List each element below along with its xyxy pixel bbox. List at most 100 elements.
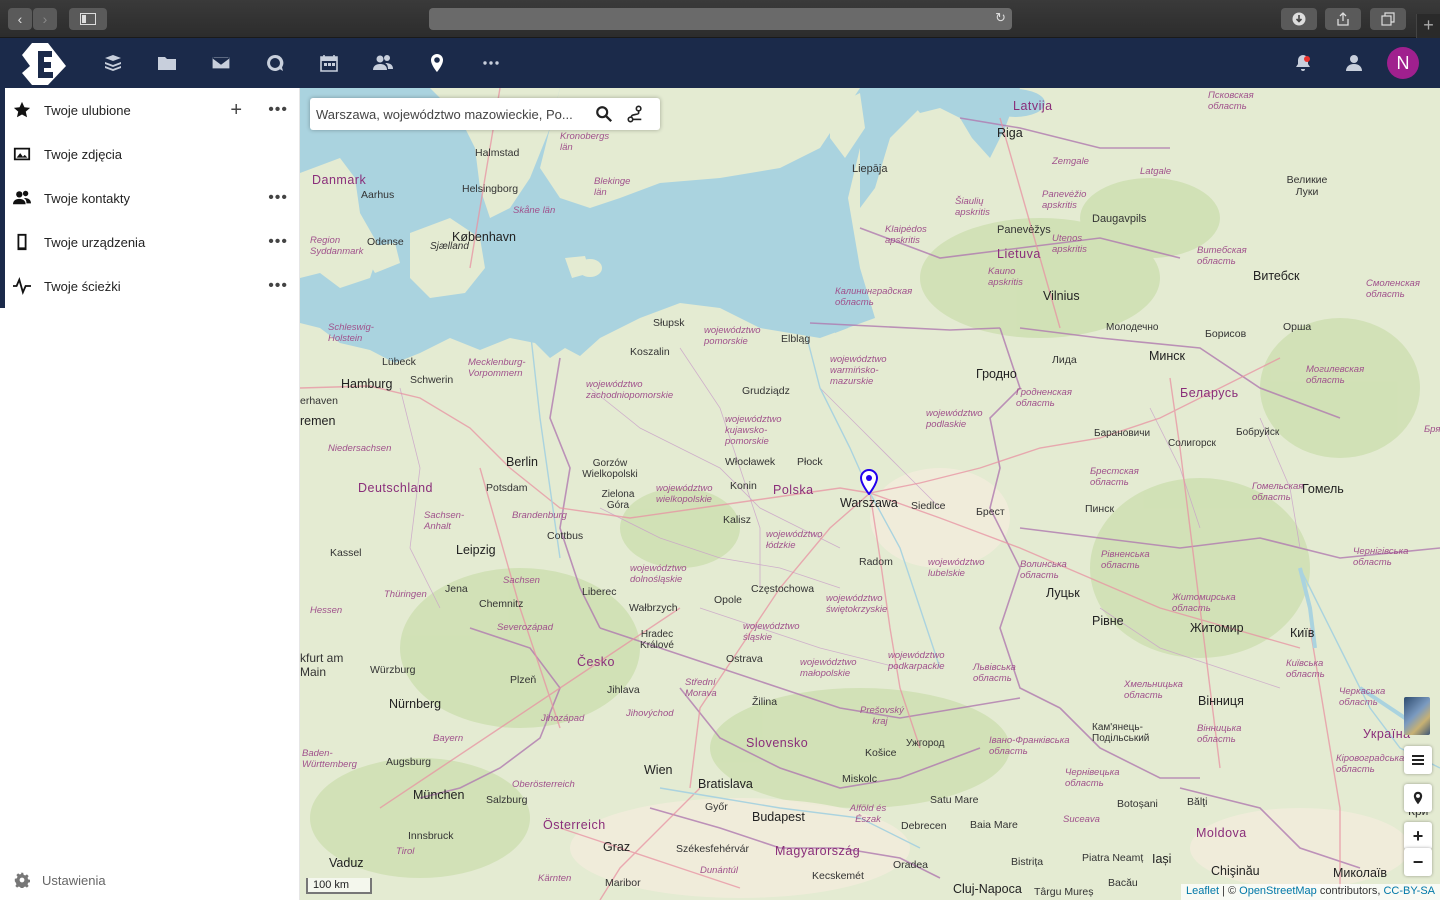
back-button[interactable]: ‹ [8, 8, 32, 30]
map-label: Oberösterreich [512, 779, 575, 790]
map-label: Івано-Франківська область [989, 735, 1070, 757]
mail-icon [211, 56, 231, 70]
map-label: Blekinge län [594, 176, 631, 198]
favorites-more-button[interactable]: ••• [268, 101, 288, 119]
sidebar-toggle-button[interactable] [69, 8, 107, 30]
map-label: Botoșani [1117, 798, 1158, 810]
map-label: Рівне [1092, 614, 1124, 628]
app-calendar[interactable] [317, 51, 341, 75]
app-more[interactable] [479, 51, 503, 75]
map-label: województwo podkarpackie [888, 650, 945, 672]
sidebar-item-tracks[interactable]: Twoje ścieżki ••• [5, 264, 300, 308]
map-label: Słupsk [653, 317, 685, 329]
map-view[interactable]: Latvija Riga Liepāja Zemgale Latgale Пск… [300, 88, 1440, 900]
map-label: Würzburg [370, 664, 416, 676]
map-label: Великие Луки [1286, 174, 1328, 198]
photo-thumbnail[interactable] [1404, 697, 1430, 735]
layers-button[interactable] [1404, 746, 1432, 774]
map-label: Калининградская область [835, 286, 913, 308]
app-dashboard[interactable] [101, 51, 125, 75]
map-label: Витебск [1253, 269, 1300, 283]
reload-icon[interactable]: ↻ [995, 10, 1006, 26]
sidebar-item-favorites[interactable]: Twoje ulubione + ••• [5, 88, 300, 132]
leaflet-link[interactable]: Leaflet [1186, 885, 1219, 897]
zoom-in-button[interactable]: + [1404, 822, 1432, 850]
map-label: Могилевская область [1306, 364, 1365, 386]
route-button[interactable] [626, 105, 644, 123]
map-label: Київська область [1286, 658, 1325, 680]
forward-button[interactable]: › [33, 8, 57, 30]
sidebar-item-photos[interactable]: Twoje zdjęcia [5, 132, 300, 176]
tracks-more-button[interactable]: ••• [268, 277, 288, 295]
map-label: Jihovýchod [626, 708, 674, 719]
map-label: Лида [1052, 354, 1077, 366]
search-input[interactable] [316, 104, 581, 124]
map-label: Klaipėdos apskritis [885, 224, 927, 246]
app-mail[interactable] [209, 51, 233, 75]
share-button[interactable] [1325, 8, 1361, 30]
add-favorite-button[interactable]: + [230, 99, 242, 122]
app-files[interactable] [155, 51, 179, 75]
map-label: Konin [730, 480, 757, 492]
map-label: Potsdam [486, 482, 528, 494]
logo-icon[interactable] [18, 41, 68, 87]
map-label: Žilina [752, 696, 778, 708]
map-label: Halmstad [475, 147, 520, 159]
map-pin-icon [1413, 791, 1423, 805]
devices-more-button[interactable]: ••• [268, 233, 288, 251]
downloads-button[interactable] [1281, 8, 1317, 30]
location-marker[interactable] [860, 469, 878, 495]
map-label: Aarhus [361, 189, 395, 201]
map-label: województwo łódzkie [766, 529, 823, 551]
search-icon [596, 106, 613, 123]
map-label: Deutschland [358, 481, 433, 495]
notifications-button[interactable] [1291, 51, 1315, 75]
map-label: Чернівецька область [1065, 767, 1120, 789]
new-tab-button[interactable]: + [1416, 14, 1440, 38]
license-link[interactable]: CC-BY-SA [1383, 885, 1435, 897]
contacts-more-button[interactable]: ••• [268, 189, 288, 207]
tabs-button[interactable] [1370, 8, 1406, 30]
map-label: Bălţi [1187, 796, 1208, 808]
download-icon [1292, 12, 1306, 26]
map-label: Бобруйск [1236, 427, 1280, 438]
app-contacts[interactable] [371, 51, 395, 75]
sidebar-item-devices[interactable]: Twoje urządzenia ••• [5, 220, 300, 264]
sidebar-item-label: Twoje ścieżki [44, 278, 121, 294]
avatar[interactable]: N [1387, 47, 1419, 79]
app-talk[interactable] [263, 51, 287, 75]
map-label: Chişinău [1211, 864, 1260, 878]
settings-button[interactable]: Ustawienia [14, 872, 106, 888]
osm-link[interactable]: OpenStreetMap [1239, 885, 1317, 897]
map-label: Târgu Mureș [1034, 886, 1094, 898]
locate-button[interactable] [1404, 784, 1432, 812]
sidebar: Twoje ulubione + ••• Twoje zdjęcia Twoje… [0, 88, 300, 900]
map-pin-icon [431, 54, 443, 72]
map-label: Opole [714, 594, 743, 606]
address-bar[interactable]: ↻ [429, 8, 1012, 30]
map-label: Włocławek [725, 456, 776, 468]
image-icon [13, 145, 31, 163]
map-label: Brandenburg [512, 510, 567, 521]
map-label: Vaduz [329, 856, 364, 870]
search-button[interactable] [595, 105, 613, 123]
phone-icon [13, 233, 31, 251]
map-label: Hradec Králové [640, 629, 674, 651]
map-label: Гродненская область [1016, 387, 1072, 409]
map-label: Region Syddanmark [310, 235, 364, 257]
zoom-out-button[interactable]: − [1404, 848, 1432, 876]
map-label: Волинська область [1020, 559, 1067, 581]
map-label: Миколаїв [1333, 866, 1388, 880]
browser-toolbar: ‹ › ↻ + [0, 0, 1440, 38]
map-label: Innsbruck [408, 830, 454, 842]
app-maps[interactable] [425, 51, 449, 75]
map-label: Radom [859, 556, 893, 568]
contacts-menu-button[interactable] [1341, 51, 1365, 75]
sidebar-item-contacts[interactable]: Twoje kontakty ••• [5, 176, 300, 220]
map-label: Wałbrzych [629, 602, 678, 614]
map-label: Płock [797, 456, 823, 468]
map-label: Grudziądz [742, 385, 790, 397]
map-label: Slovensko [746, 736, 809, 750]
map-label: Kronobergs län [560, 131, 610, 153]
app-header: N [0, 38, 1440, 126]
